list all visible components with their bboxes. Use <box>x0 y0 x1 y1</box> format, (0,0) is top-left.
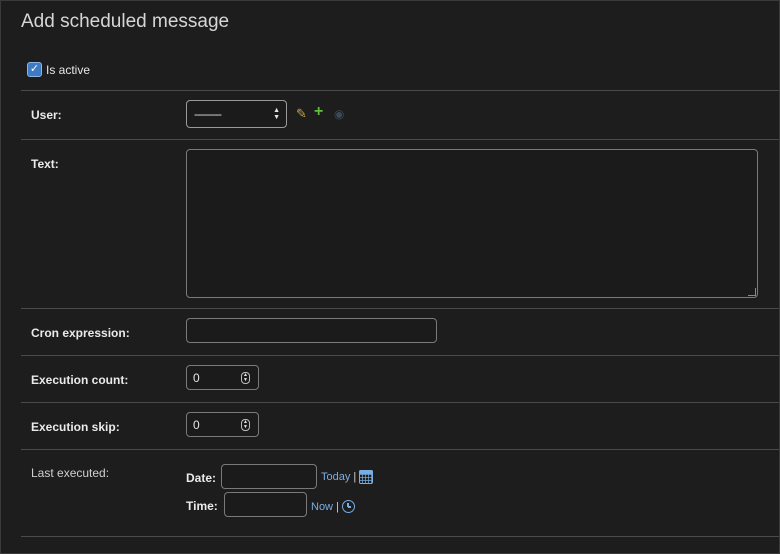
user-select-value: --------- <box>194 107 222 121</box>
execution-skip-value: 0 <box>193 417 200 432</box>
user-select[interactable]: --------- ▲ ▼ <box>186 100 287 128</box>
pencil-icon[interactable]: ✎ <box>296 106 307 122</box>
execution-count-value: 0 <box>193 370 200 385</box>
clock-icon[interactable] <box>341 500 355 513</box>
execution-skip-input[interactable]: 0 ▲ ▼ <box>186 412 259 437</box>
divider <box>21 536 779 537</box>
page-title: Add scheduled message <box>21 11 230 32</box>
stepper-icon[interactable]: ▲ ▼ <box>241 419 250 431</box>
resize-grip-icon[interactable] <box>748 288 756 296</box>
separator: | <box>353 471 357 483</box>
is-active-checkbox[interactable]: ✓ <box>27 62 42 77</box>
cron-expression-label: Cron expression: <box>31 326 130 340</box>
time-shortcuts: Now | <box>311 500 355 513</box>
time-label: Time: <box>186 499 218 513</box>
plus-icon[interactable]: + <box>314 104 323 120</box>
divider <box>21 308 779 309</box>
execution-skip-label: Execution skip: <box>31 420 120 434</box>
date-shortcuts: Today | <box>321 470 374 484</box>
today-link[interactable]: Today <box>321 471 350 483</box>
eye-icon[interactable]: ◉ <box>334 106 344 122</box>
now-link[interactable]: Now <box>311 501 333 513</box>
select-arrows-icon: ▲ ▼ <box>273 107 280 121</box>
is-active-label[interactable]: Is active <box>46 63 90 77</box>
execution-count-label: Execution count: <box>31 373 129 387</box>
separator: | <box>336 500 339 513</box>
divider <box>21 139 779 140</box>
divider <box>21 90 779 91</box>
text-label: Text: <box>31 157 59 171</box>
divider <box>21 402 779 403</box>
admin-form-panel: Add scheduled message ✓ Is active User: … <box>0 0 780 554</box>
checkmark-icon: ✓ <box>29 63 40 75</box>
execution-count-input[interactable]: 0 ▲ ▼ <box>186 365 259 390</box>
stepper-icon[interactable]: ▲ ▼ <box>241 372 250 384</box>
divider <box>21 355 779 356</box>
text-textarea[interactable] <box>186 149 758 298</box>
cron-expression-input[interactable] <box>186 318 437 343</box>
user-label: User: <box>31 108 62 122</box>
is-active-field[interactable]: ✓ Is active <box>27 62 90 77</box>
last-executed-label: Last executed: <box>31 466 110 480</box>
time-input[interactable] <box>224 492 307 517</box>
date-label: Date: <box>186 471 217 485</box>
date-input[interactable] <box>221 464 317 489</box>
calendar-icon[interactable] <box>359 470 374 484</box>
divider <box>21 449 779 450</box>
